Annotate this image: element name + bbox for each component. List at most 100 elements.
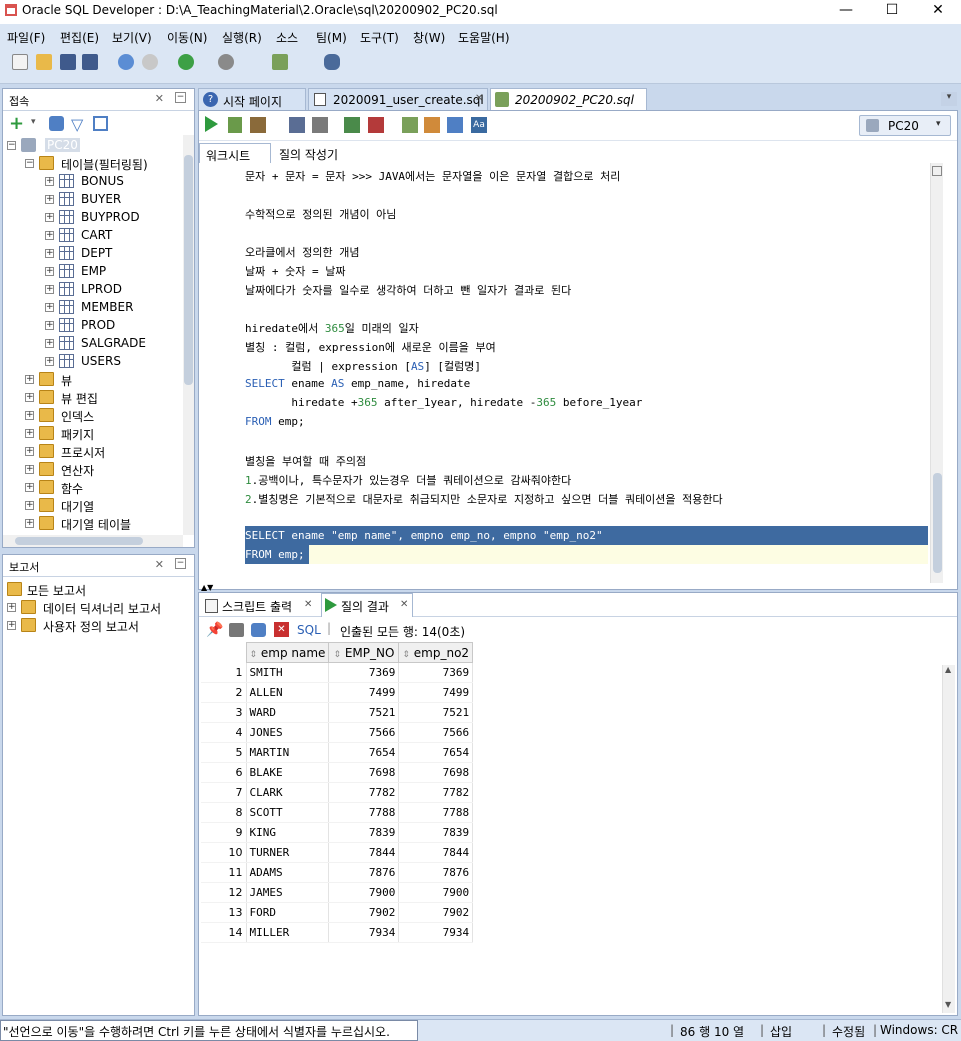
new-file-icon[interactable] [12, 54, 28, 70]
grid-cell[interactable]: 7839 [328, 822, 400, 843]
scroll-up-icon[interactable]: ▲ [945, 665, 951, 674]
grid-cell[interactable]: 7900 [398, 882, 474, 903]
tree-vertical-scrollbar[interactable] [183, 135, 194, 535]
expand-icon[interactable]: + [45, 357, 54, 366]
table-row[interactable]: 3 WARD 7521 7521 [201, 702, 474, 723]
collapse-icon[interactable]: − [25, 159, 34, 168]
grid-cell[interactable]: 7788 [328, 802, 400, 823]
expand-icon[interactable]: + [45, 231, 54, 240]
connection-selector[interactable]: PC20 ▾ [859, 115, 951, 136]
menu-edit[interactable]: 편집(E) [60, 29, 99, 46]
expand-icon[interactable]: + [45, 321, 54, 330]
save-icon[interactable] [60, 54, 76, 70]
grid-cell[interactable]: JONES [246, 722, 330, 743]
tab-query-result[interactable]: 질의 결과 ✕ [321, 593, 413, 617]
grid-cell[interactable]: 7782 [398, 782, 474, 803]
print-icon[interactable] [229, 623, 244, 637]
expand-icon[interactable]: + [45, 285, 54, 294]
close-icon[interactable]: ✕ [400, 599, 408, 610]
expand-icon[interactable]: + [7, 621, 16, 630]
grid-cell[interactable]: 7844 [328, 842, 400, 863]
table-row[interactable]: 14 MILLER 7934 7934 [201, 922, 474, 943]
filter-icon[interactable]: ▽ [71, 115, 83, 134]
table-row[interactable]: 5 MARTIN 7654 7654 [201, 742, 474, 763]
table-row[interactable]: 9 KING 7839 7839 [201, 822, 474, 843]
grid-cell[interactable]: BLAKE [246, 762, 330, 783]
expand-icon[interactable]: + [7, 603, 16, 612]
grid-cell[interactable]: MILLER [246, 922, 330, 943]
subtab-worksheet[interactable]: 워크시트 [199, 143, 271, 163]
format-case-icon[interactable]: Aa [471, 117, 487, 133]
split-editor-icon[interactable] [932, 166, 942, 176]
scroll-thumb[interactable] [933, 473, 942, 573]
table-row[interactable]: 12 JAMES 7900 7900 [201, 882, 474, 903]
commit-icon[interactable] [344, 117, 360, 133]
unshared-sql-icon[interactable] [402, 117, 418, 133]
grid-cell[interactable]: 7876 [328, 862, 400, 883]
grid-cell[interactable]: 7698 [398, 762, 474, 783]
menu-file[interactable]: 파일(F) [7, 29, 45, 46]
grid-cell[interactable]: 7499 [328, 682, 400, 703]
scroll-down-icon[interactable]: ▼ [945, 1000, 951, 1009]
grid-cell[interactable]: 7900 [328, 882, 400, 903]
autotrace-icon[interactable] [250, 117, 266, 133]
expand-icon[interactable]: + [25, 411, 34, 420]
grid-cell[interactable]: KING [246, 822, 330, 843]
menu-window[interactable]: 창(W) [413, 29, 445, 46]
close-button[interactable]: ✕ [915, 0, 961, 22]
grid-cell[interactable]: 7369 [398, 662, 474, 683]
grid-cell[interactable]: 7521 [398, 702, 474, 723]
expand-icon[interactable]: + [25, 501, 34, 510]
table-row[interactable]: 1 SMITH 7369 7369 [201, 662, 474, 683]
run-script-icon[interactable] [228, 117, 242, 133]
sql-link[interactable]: SQL [297, 623, 321, 637]
redo-icon[interactable] [142, 54, 158, 70]
cancel-icon[interactable]: ✕ [274, 622, 289, 637]
run-statement-icon[interactable] [205, 116, 218, 132]
grid-cell[interactable]: ALLEN [246, 682, 330, 703]
close-icon[interactable]: ✕ [155, 558, 164, 571]
menu-navigate[interactable]: 이동(N) [167, 29, 207, 46]
grid-cell[interactable]: 7782 [328, 782, 400, 803]
grid-cell[interactable]: 7654 [328, 742, 400, 763]
grid-cell[interactable]: 7876 [398, 862, 474, 883]
table-row[interactable]: 6 BLAKE 7698 7698 [201, 762, 474, 783]
scroll-thumb[interactable] [184, 155, 193, 385]
grid-cell[interactable]: 7844 [398, 842, 474, 863]
minimize-panel-icon[interactable]: − [175, 558, 186, 569]
grid-cell[interactable]: CLARK [246, 782, 330, 803]
grid-cell[interactable]: SMITH [246, 662, 330, 683]
table-row[interactable]: 8 SCOTT 7788 7788 [201, 802, 474, 823]
grid-cell[interactable]: 7839 [398, 822, 474, 843]
grid-cell[interactable]: 7788 [398, 802, 474, 823]
tab-pc20-sql[interactable]: 20200902_PC20.sql [490, 88, 647, 110]
undo-icon[interactable] [118, 54, 134, 70]
editor-vertical-scrollbar[interactable] [930, 163, 943, 583]
grid-cell[interactable]: 7698 [328, 762, 400, 783]
grid-cell[interactable]: TURNER [246, 842, 330, 863]
column-header[interactable]: ⇕ emp name [245, 642, 330, 663]
expand-icon[interactable]: + [25, 465, 34, 474]
grid-cell[interactable]: SCOTT [246, 802, 330, 823]
table-row[interactable]: 2 ALLEN 7499 7499 [201, 682, 474, 703]
grid-cell[interactable]: MARTIN [246, 742, 330, 763]
table-row[interactable]: 11 ADAMS 7876 7876 [201, 862, 474, 883]
tab-list-dropdown-icon[interactable]: ▾ [941, 92, 957, 106]
binoculars-icon[interactable] [324, 54, 340, 70]
grid-cell[interactable]: 7934 [398, 922, 474, 943]
table-row[interactable]: 7 CLARK 7782 7782 [201, 782, 474, 803]
column-header[interactable]: ⇕ EMP_NO [328, 642, 400, 663]
sql-tuning-icon[interactable] [312, 117, 328, 133]
table-row[interactable]: 13 FORD 7902 7902 [201, 902, 474, 923]
subtab-query-builder[interactable]: 질의 작성기 [277, 143, 357, 163]
expand-icon[interactable]: + [45, 195, 54, 204]
expand-icon[interactable]: + [25, 483, 34, 492]
close-icon[interactable]: ✕ [155, 92, 164, 105]
grid-cell[interactable]: 7566 [398, 722, 474, 743]
grid-cell[interactable]: 7902 [328, 902, 400, 923]
history-icon[interactable] [447, 117, 463, 133]
schema-browser-icon[interactable] [93, 116, 108, 131]
grid-cell[interactable]: 7499 [398, 682, 474, 703]
expand-icon[interactable]: + [25, 429, 34, 438]
expand-icon[interactable]: + [25, 519, 34, 528]
